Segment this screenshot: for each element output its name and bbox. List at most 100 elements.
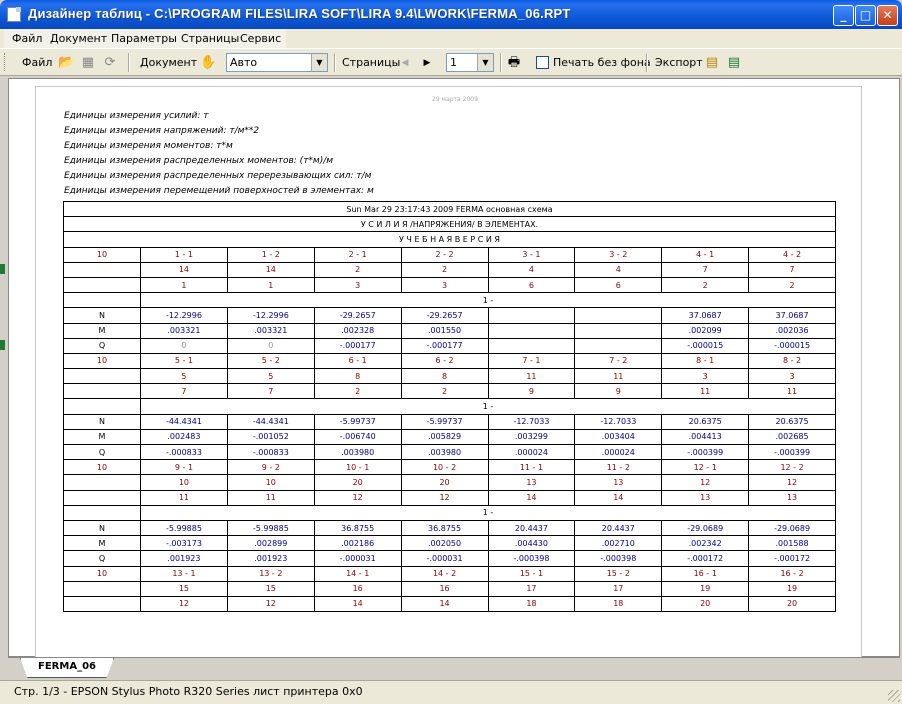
element-node-cell: 6: [574, 276, 663, 294]
row-label: 10: [63, 459, 141, 476]
chevron-down-icon[interactable]: ▼: [477, 54, 493, 71]
force-value: .002685: [748, 428, 836, 446]
document-icon: [7, 7, 21, 22]
export-word-icon[interactable]: ▤: [704, 55, 720, 71]
open-folder-icon[interactable]: 📂: [58, 55, 74, 71]
tab-ferma-06[interactable]: FERMA_06: [20, 658, 114, 678]
force-value: .004413: [661, 428, 750, 446]
element-node-cell: 12: [748, 474, 836, 491]
element-node-cell: 20: [661, 595, 750, 613]
chevron-down-icon[interactable]: ▼: [311, 54, 327, 71]
menu-pages[interactable]: Страницы: [181, 32, 239, 45]
grid-icon[interactable]: ▦: [80, 55, 96, 71]
element-id-cell: 14 - 1: [313, 565, 402, 582]
empty-cell: [63, 580, 141, 597]
maximize-button[interactable]: □: [855, 5, 876, 26]
page-select[interactable]: 1 ▼: [446, 53, 494, 72]
force-value: .002036: [748, 322, 836, 339]
empty-cell: [63, 292, 141, 309]
close-button[interactable]: ✕: [877, 5, 898, 26]
next-page-icon[interactable]: ▶: [419, 55, 435, 71]
element-node-row: 15 15 16 16 17 17 19 19: [63, 580, 836, 597]
print-no-bg-checkbox[interactable]: [536, 56, 549, 69]
force-value: [574, 307, 663, 324]
force-name: Q: [63, 337, 141, 354]
force-value: -29.2657: [400, 307, 489, 324]
menu-file[interactable]: Файл: [12, 32, 42, 45]
element-node-cell: 9: [574, 383, 663, 400]
load-label: 1 -: [140, 504, 836, 521]
element-id-cell: 15 - 2: [574, 565, 663, 582]
element-node-cell: 12: [313, 489, 402, 506]
export-button[interactable]: Экспорт: [655, 56, 703, 69]
refresh-icon[interactable]: ⟳: [102, 55, 118, 71]
element-node-cell: 6: [487, 276, 576, 294]
menu-strip: Файл Документ Параметры Страницы Сервис: [4, 29, 286, 48]
element-id-cell: 11 - 2: [574, 459, 663, 476]
force-value: .001923: [226, 550, 315, 567]
force-value: .003980: [400, 443, 489, 461]
element-node-cell: 11: [661, 383, 750, 400]
toolbar-grip[interactable]: [4, 53, 7, 71]
status-bar: Стр. 1/3 - EPSON Stylus Photo R320 Serie…: [0, 680, 902, 704]
force-value: -.000031: [313, 550, 402, 567]
element-node-cell: 4: [574, 261, 663, 278]
toolbar: Файл 📂 ▦ ⟳ Документ ✋ Авто ▼ Страницы ◀ …: [0, 48, 902, 76]
element-node-cell: 2: [313, 261, 402, 278]
units-forces: Единицы измерения усилий: т: [64, 111, 209, 121]
force-value: .001550: [400, 322, 489, 339]
menu-service[interactable]: Сервис: [240, 32, 281, 45]
menu-document[interactable]: Документ: [50, 32, 107, 45]
force-value: .005829: [400, 428, 489, 446]
element-id-cell: 12 - 2: [748, 459, 836, 476]
minimize-button[interactable]: _: [833, 5, 854, 26]
document-area[interactable]: 29 марта 2009 Единицы измерения усилий: …: [8, 78, 900, 662]
force-value: [487, 322, 576, 339]
element-node-cell: 1: [140, 276, 228, 294]
element-id-cell: 16 - 2: [748, 565, 836, 582]
menu-parameters[interactable]: Параметры: [111, 32, 177, 45]
force-value: -44.4341: [226, 413, 315, 430]
force-value: 36.8755: [400, 519, 489, 537]
resize-grip[interactable]: [888, 690, 900, 702]
prev-page-icon[interactable]: ◀: [397, 55, 413, 71]
force-name: Q: [63, 550, 141, 567]
force-row: N -12.2996 -12.2996 -29.2657 -29.2657 37.0687…: [63, 307, 836, 324]
element-id-cell: 12 - 1: [661, 459, 750, 476]
export-excel-icon[interactable]: ▤: [726, 55, 742, 71]
force-value: [487, 307, 576, 324]
element-id-cell: 1 - 2: [226, 246, 315, 263]
force-value: 37.0687: [748, 307, 836, 324]
empty-cell: [63, 383, 141, 400]
element-node-cell: 3: [661, 368, 750, 385]
element-node-cell: 14: [574, 489, 663, 506]
hand-icon[interactable]: ✋: [200, 55, 216, 71]
separator: [500, 53, 502, 72]
element-id-cell: 9 - 2: [226, 459, 315, 476]
element-node-cell: 10: [226, 474, 315, 491]
report-header: Sun Mar 29 23:17:43 2009 FERMA основная …: [63, 200, 836, 218]
element-node-cell: 2: [661, 276, 750, 294]
printer-icon[interactable]: 🖶: [506, 55, 522, 71]
element-id-cell: 16 - 1: [661, 565, 750, 582]
separator: [128, 53, 130, 72]
element-id-cell: 3 - 2: [574, 246, 663, 263]
element-id-cell: 10 - 1: [313, 459, 402, 476]
element-id-cell: 2 - 1: [313, 246, 402, 263]
force-value: -.001052: [226, 428, 315, 446]
empty-cell: [63, 276, 141, 294]
mode-select[interactable]: Авто ▼: [226, 53, 328, 72]
load-row: 1 -: [63, 504, 836, 521]
force-value: .003980: [313, 443, 402, 461]
force-value: .002186: [313, 535, 402, 552]
force-value: .002328: [313, 322, 402, 339]
document-button[interactable]: Документ: [140, 56, 197, 69]
force-value: -12.2996: [140, 307, 228, 324]
force-value: -5.99885: [140, 519, 228, 537]
empty-cell: [63, 595, 141, 613]
force-value: .002342: [661, 535, 750, 552]
load-row: 1 -: [63, 292, 836, 309]
file-button[interactable]: Файл: [22, 56, 52, 69]
element-node-cell: 11: [748, 383, 836, 400]
element-node-cell: 17: [487, 580, 576, 597]
